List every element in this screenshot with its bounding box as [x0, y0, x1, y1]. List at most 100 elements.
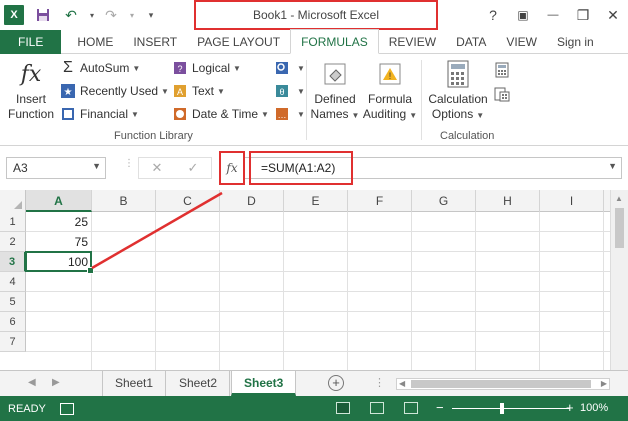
- financial-button[interactable]: Financial ▼: [60, 106, 139, 122]
- row-header-1[interactable]: 1: [0, 212, 26, 232]
- select-all-button[interactable]: [0, 190, 26, 212]
- chevron-down-icon[interactable]: ▼: [92, 161, 101, 171]
- sheet-tab-sheet2[interactable]: Sheet2: [167, 371, 231, 396]
- close-icon[interactable]: ✕: [598, 7, 628, 24]
- formula-bar-grip[interactable]: ⋮: [124, 159, 134, 169]
- ribbon-separator: [306, 60, 307, 140]
- sign-in-link[interactable]: Sign in: [547, 30, 604, 54]
- enter-icon[interactable]: ✓: [188, 160, 199, 176]
- sheet-prev-icon[interactable]: ◀: [28, 377, 36, 388]
- cell-area[interactable]: 25 75 100: [25, 212, 610, 370]
- cell-a1[interactable]: 25: [26, 212, 92, 232]
- chevron-down-icon: ▼: [297, 109, 305, 119]
- column-header-i[interactable]: I: [540, 190, 604, 212]
- sheet-tab-sheet1[interactable]: Sheet1: [102, 371, 167, 396]
- lookup-reference-button[interactable]: ▼: [274, 60, 305, 76]
- tab-view[interactable]: VIEW: [496, 30, 547, 54]
- formula-content[interactable]: =SUM(A1:A2): [249, 151, 353, 185]
- cell-a2[interactable]: 75: [26, 232, 92, 252]
- macro-record-icon[interactable]: [59, 402, 74, 415]
- scroll-thumb[interactable]: [615, 208, 624, 248]
- column-header-b[interactable]: B: [92, 190, 156, 212]
- calculate-sheet-button[interactable]: [494, 86, 514, 102]
- date-time-label: Date & Time: [192, 107, 259, 121]
- column-header-c[interactable]: C: [156, 190, 220, 212]
- scroll-right-icon[interactable]: ▶: [601, 379, 607, 388]
- defined-names-label-2: Names ▼: [310, 107, 360, 121]
- cancel-icon[interactable]: ✕: [152, 160, 163, 176]
- tab-splitter-icon[interactable]: ⋮: [374, 376, 385, 389]
- zoom-level[interactable]: 100%: [580, 402, 608, 414]
- row-header-5[interactable]: 5: [0, 292, 26, 312]
- zoom-in-button[interactable]: +: [566, 400, 574, 415]
- save-icon[interactable]: [32, 4, 54, 26]
- row-header-6[interactable]: 6: [0, 312, 26, 332]
- active-cell-selection[interactable]: [25, 251, 94, 274]
- date-time-button[interactable]: Date & Time ▼: [172, 106, 269, 122]
- grid-line: [26, 331, 610, 332]
- row-header-7[interactable]: 7: [0, 332, 26, 352]
- formula-auditing-button[interactable]: ! Formula Auditing ▼: [362, 58, 418, 123]
- more-functions-button[interactable]: … ▼: [274, 106, 305, 122]
- zoom-slider-thumb[interactable]: [500, 403, 504, 414]
- sheet-tab-sheet3[interactable]: Sheet3: [231, 371, 297, 396]
- insert-function-fx-button[interactable]: fx: [219, 151, 245, 185]
- chevron-down-icon: ▼: [161, 86, 169, 96]
- logical-button[interactable]: ? Logical ▼: [172, 60, 241, 76]
- insert-function-button[interactable]: fx Insert Function: [6, 58, 56, 122]
- page-break-view-icon[interactable]: [404, 402, 418, 414]
- row-header-4[interactable]: 4: [0, 272, 26, 292]
- tab-file[interactable]: FILE: [0, 29, 62, 54]
- scroll-thumb[interactable]: [411, 380, 591, 388]
- text-button[interactable]: A Text ▼: [172, 83, 225, 99]
- name-box[interactable]: A3 ▼: [6, 157, 106, 179]
- horizontal-scrollbar[interactable]: ◀ ▶: [396, 378, 610, 390]
- vertical-scrollbar[interactable]: ▲: [610, 190, 628, 370]
- redo-icon[interactable]: ↷: [100, 4, 122, 26]
- column-header-e[interactable]: E: [284, 190, 348, 212]
- column-header-d[interactable]: D: [220, 190, 284, 212]
- sheet-next-icon[interactable]: ▶: [52, 377, 60, 388]
- tab-formulas[interactable]: FORMULAS: [290, 29, 379, 54]
- status-ready: READY: [8, 402, 46, 415]
- ribbon-display-icon[interactable]: ▣: [508, 8, 538, 22]
- calculation-options-button[interactable]: Calculation Options ▼: [426, 58, 490, 123]
- defined-names-button[interactable]: Defined Names ▼: [310, 58, 360, 123]
- tab-page-layout[interactable]: PAGE LAYOUT: [187, 30, 290, 54]
- function-library-group-label: Function Library: [114, 130, 193, 142]
- tab-home[interactable]: HOME: [67, 30, 123, 54]
- restore-icon[interactable]: ❐: [568, 7, 598, 24]
- book-clock-icon: [172, 106, 188, 122]
- expand-formula-bar-icon[interactable]: ▼: [608, 161, 617, 171]
- tab-review[interactable]: REVIEW: [379, 30, 446, 54]
- calculate-now-button[interactable]: [494, 62, 514, 78]
- zoom-slider[interactable]: [452, 408, 570, 409]
- autosum-button[interactable]: Σ AutoSum ▼: [60, 59, 140, 76]
- ribbon-tabs: FILE HOME INSERT PAGE LAYOUT FORMULAS RE…: [0, 29, 628, 54]
- math-trig-button[interactable]: θ ▼: [274, 83, 305, 99]
- chevron-down-icon: ▼: [297, 86, 305, 96]
- redo-dropdown-icon[interactable]: ▾: [128, 4, 136, 26]
- scroll-up-icon[interactable]: ▲: [615, 194, 623, 203]
- column-header-h[interactable]: H: [476, 190, 540, 212]
- normal-view-icon[interactable]: [336, 402, 350, 414]
- zoom-out-button[interactable]: −: [436, 400, 444, 415]
- recently-used-button[interactable]: ★ Recently Used ▼: [60, 83, 169, 99]
- help-icon[interactable]: ?: [478, 7, 508, 23]
- new-sheet-button[interactable]: +: [328, 375, 344, 391]
- column-header-g[interactable]: G: [412, 190, 476, 212]
- undo-dropdown-icon[interactable]: ▾: [88, 4, 96, 26]
- minimize-icon[interactable]: —: [538, 9, 568, 21]
- tab-insert[interactable]: INSERT: [123, 30, 187, 54]
- scroll-left-icon[interactable]: ◀: [399, 379, 405, 388]
- column-header-a[interactable]: A: [26, 190, 92, 212]
- customize-qat-icon[interactable]: ▾: [140, 4, 162, 26]
- recently-used-label: Recently Used: [80, 84, 159, 98]
- row-header-2[interactable]: 2: [0, 232, 26, 252]
- row-header-3[interactable]: 3: [0, 252, 26, 272]
- undo-icon[interactable]: ↶: [60, 4, 82, 26]
- book-more-icon: …: [274, 106, 290, 122]
- tab-data[interactable]: DATA: [446, 30, 496, 54]
- column-header-f[interactable]: F: [348, 190, 412, 212]
- page-layout-view-icon[interactable]: [370, 402, 384, 414]
